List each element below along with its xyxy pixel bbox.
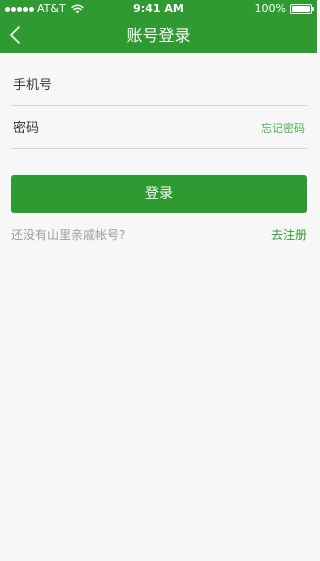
register-row: 还没有山里亲戚帐号? 去注册 <box>11 226 307 244</box>
battery-icon <box>290 4 314 14</box>
status-right: 100% <box>254 0 314 18</box>
phone-input[interactable] <box>13 73 233 97</box>
login-form: 忘记密码 <box>11 63 307 149</box>
forgot-password-link[interactable]: 忘记密码 <box>261 120 305 136</box>
page-title: 账号登录 <box>126 26 191 45</box>
login-button[interactable]: 登录 <box>11 175 307 213</box>
status-bar: AT&T 9:41 AM 100% <box>0 0 317 18</box>
battery-percentage: 100% <box>254 2 286 15</box>
password-row: 忘记密码 <box>11 106 307 149</box>
phone-row <box>11 63 307 106</box>
password-input[interactable] <box>13 116 233 140</box>
nav-bar: 账号登录 <box>0 18 317 53</box>
no-account-prompt: 还没有山里亲戚帐号? <box>11 228 126 242</box>
app-header: AT&T 9:41 AM 100% 账号登录 <box>0 0 317 53</box>
register-link[interactable]: 去注册 <box>271 226 307 244</box>
battery-fill <box>292 6 310 12</box>
